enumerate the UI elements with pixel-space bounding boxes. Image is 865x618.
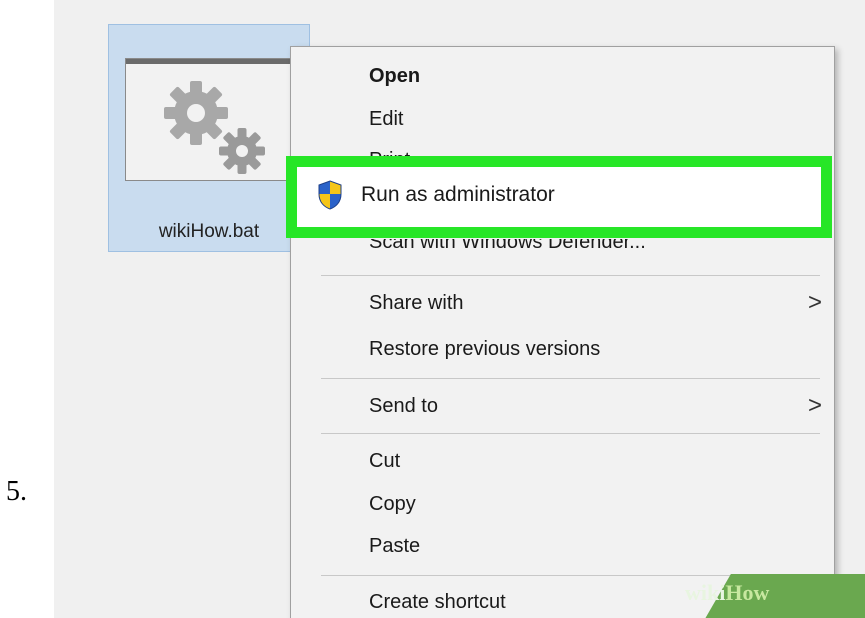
menu-item-scan-defender[interactable]: Scan with Windows Defender... [369, 239, 646, 255]
context-menu: Open Edit Print Scan with Windows Defend… [290, 46, 835, 618]
menu-item-create-shortcut[interactable]: Create shortcut [369, 591, 506, 614]
menu-item-scan-defender-label: Scan with Windows Defender... [369, 239, 646, 253]
menu-separator [321, 378, 820, 379]
file-item-wikihow-bat[interactable]: wikiHow.bat [108, 24, 310, 252]
menu-item-share-with[interactable]: Share with [369, 292, 464, 315]
uac-shield-icon [318, 180, 342, 210]
menu-item-run-as-administrator-label: Run as administrator [361, 183, 555, 206]
wikihow-watermark: wikiHow [685, 580, 769, 606]
highlighted-menu-item-run-as-administrator[interactable]: Run as administrator [286, 156, 832, 238]
menu-item-send-to[interactable]: Send to [369, 395, 438, 418]
chevron-right-icon: > [807, 289, 822, 316]
file-name-label: wikiHow.bat [158, 221, 260, 242]
file-thumbnail [125, 58, 291, 181]
watermark-part-wiki: wiki [685, 580, 726, 605]
menu-item-cut[interactable]: Cut [369, 450, 400, 473]
menu-item-copy[interactable]: Copy [369, 493, 416, 516]
chevron-right-icon: > [807, 392, 822, 419]
menu-item-edit[interactable]: Edit [369, 108, 403, 131]
menu-separator [321, 275, 820, 276]
menu-item-open[interactable]: Open [369, 65, 420, 88]
menu-item-paste[interactable]: Paste [369, 535, 420, 558]
watermark-part-how: How [725, 580, 770, 605]
gears-icon [164, 81, 265, 174]
desktop-area: wikiHow.bat Open Edit Print Scan with Wi… [54, 0, 865, 618]
step-number: 5. [6, 476, 27, 507]
menu-item-restore-previous-versions[interactable]: Restore previous versions [369, 338, 600, 361]
thumbnail-titlebar [126, 59, 290, 64]
menu-separator [321, 433, 820, 434]
